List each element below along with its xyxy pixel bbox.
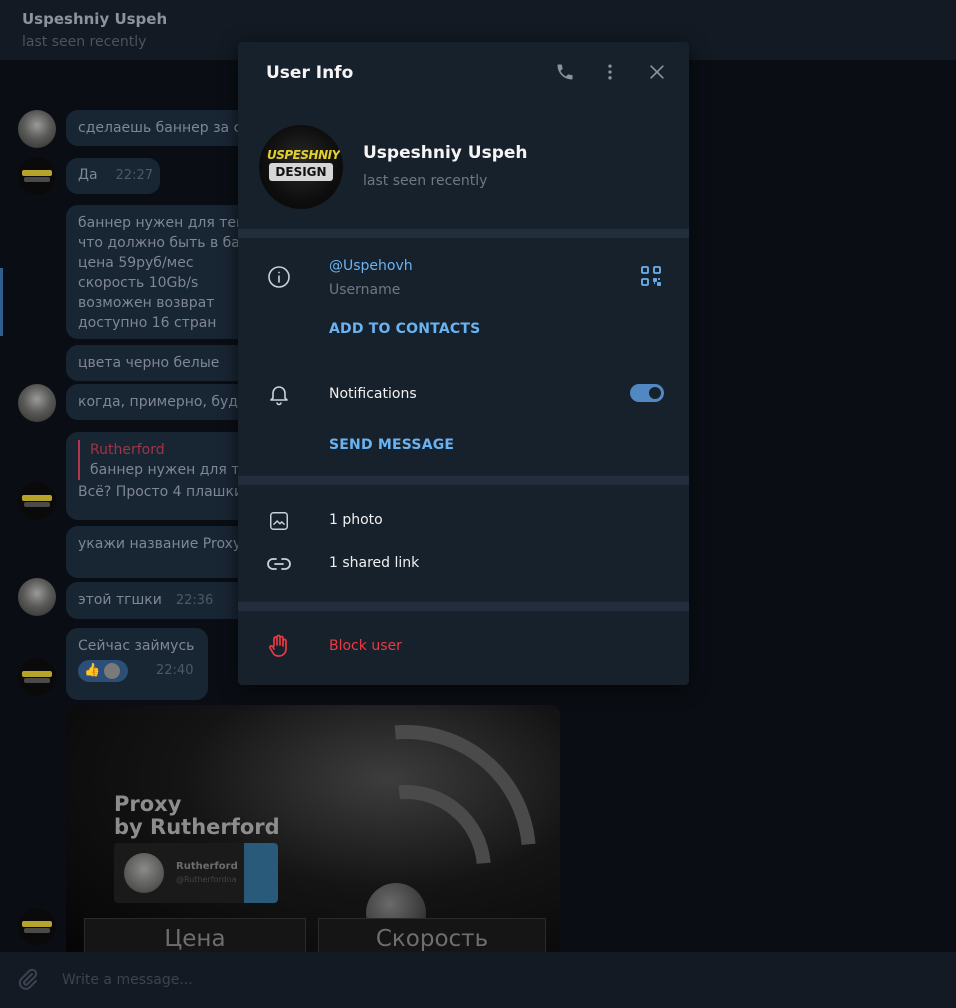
message-avatar[interactable] — [18, 384, 56, 422]
media-label-price: Цена — [84, 918, 306, 952]
message-bubble[interactable]: Да 22:27 — [66, 158, 160, 194]
profile-status: last seen recently — [363, 173, 488, 189]
reply-quote[interactable]: Rutherford баннер нужен для т — [78, 440, 244, 480]
message-bubble[interactable]: Rutherford баннер нужен для т Всё? Прост… — [66, 432, 256, 520]
media-title: Proxy by Rutherford — [114, 793, 280, 839]
message-line: цена 59руб/мес — [78, 255, 194, 271]
section-divider — [238, 475, 689, 485]
photos-link[interactable]: 1 photo — [329, 512, 383, 528]
quote-author: Rutherford — [90, 442, 165, 458]
message-time: 22:40 — [156, 663, 194, 678]
avatar[interactable] — [18, 384, 56, 422]
message-text: этой тгшки — [78, 592, 162, 608]
message-text: сделаешь баннер за с — [78, 120, 242, 136]
selection-indicator — [0, 268, 3, 336]
message-text: Сейчас займусь — [78, 638, 195, 654]
message-line: доступно 16 стран — [78, 315, 217, 331]
section-divider — [238, 601, 689, 611]
reactor-avatar — [104, 663, 121, 679]
close-icon[interactable] — [645, 60, 669, 84]
message-avatar[interactable] — [18, 110, 56, 148]
send-message-button[interactable]: SEND MESSAGE — [329, 437, 454, 453]
message-text: укажи название Proxy — [78, 536, 242, 552]
media-card: Rutherford @Rutherfordna — [114, 843, 278, 903]
message-avatar[interactable] — [18, 658, 56, 696]
shared-links-link[interactable]: 1 shared link — [329, 555, 419, 571]
media-image[interactable]: Proxy by Rutherford Rutherford @Rutherfo… — [66, 705, 560, 952]
avatar[interactable] — [18, 157, 56, 195]
message-composer[interactable]: Write a message... — [0, 952, 956, 1008]
avatar[interactable] — [18, 578, 56, 616]
message-text: Всё? Просто 4 плашки — [78, 484, 244, 500]
message-bubble[interactable]: этой тгшки 22:36 — [66, 582, 256, 619]
avatar-logo-line: DESIGN — [269, 163, 333, 181]
dialog-header: User Info — [238, 42, 689, 104]
bell-icon — [265, 380, 293, 408]
avatar[interactable] — [18, 110, 56, 148]
telegram-icon — [244, 843, 278, 903]
reactions: 👍 22:40 — [78, 660, 196, 682]
message-time: 22:36 — [175, 593, 214, 608]
message-time: 22:27 — [115, 168, 153, 183]
profile-avatar[interactable]: USPESHNIY DESIGN — [259, 125, 343, 209]
link-icon — [265, 550, 293, 578]
info-icon — [265, 263, 293, 291]
username-value[interactable]: @Uspehovh — [329, 258, 413, 274]
notifications-toggle[interactable] — [630, 384, 664, 402]
message-bubble[interactable]: Сейчас займусь 👍 22:40 — [66, 628, 208, 700]
message-text: цвета черно белые — [78, 355, 220, 371]
message-avatar[interactable] — [18, 908, 56, 946]
message-bubble[interactable]: укажи название Proxy — [66, 526, 256, 578]
message-avatar[interactable] — [18, 157, 56, 195]
username-label: Username — [329, 282, 401, 298]
phone-icon[interactable] — [553, 60, 577, 84]
media-title-line: by Rutherford — [114, 815, 280, 839]
avatar-logo-line: USPESHNIY — [267, 148, 340, 162]
block-user-button[interactable]: Block user — [329, 638, 402, 654]
quote-text: баннер нужен для т — [90, 462, 240, 478]
message-avatar[interactable] — [18, 482, 56, 520]
message-line: баннер нужен для тем — [78, 215, 247, 231]
section-divider — [238, 228, 689, 238]
attach-icon[interactable] — [16, 967, 42, 993]
message-text: когда, примерно, буде — [78, 394, 247, 410]
message-text: Да — [78, 167, 98, 183]
notifications-label: Notifications — [329, 386, 417, 402]
block-hand-icon — [265, 632, 293, 660]
avatar[interactable] — [18, 908, 56, 946]
more-vertical-icon[interactable] — [598, 60, 622, 84]
add-to-contacts-button[interactable]: ADD TO CONTACTS — [329, 321, 480, 337]
card-name: Rutherford — [176, 861, 238, 872]
profile-name: Uspeshniy Uspeh — [363, 143, 528, 163]
message-avatar[interactable] — [18, 578, 56, 616]
qr-code-icon[interactable] — [640, 265, 662, 287]
avatar[interactable] — [18, 658, 56, 696]
message-line: возможен возврат — [78, 295, 215, 311]
thumbs-up-icon: 👍 — [84, 663, 101, 678]
chat-title[interactable]: Uspeshniy Uspeh — [22, 10, 934, 28]
message-bubble[interactable]: баннер нужен для тем что должно быть в б… — [66, 205, 256, 339]
message-line: что должно быть в ба — [78, 235, 240, 251]
media-title-line: Proxy — [114, 792, 182, 816]
message-bubble[interactable]: сделаешь баннер за с — [66, 110, 256, 146]
message-line: скорость 10Gb/s — [78, 275, 199, 291]
dialog-title: User Info — [266, 63, 354, 83]
card-handle: @Rutherfordna — [176, 875, 237, 884]
avatar[interactable] — [18, 482, 56, 520]
photo-icon — [265, 507, 293, 535]
card-avatar — [124, 853, 164, 893]
media-label-speed: Скорость — [318, 918, 546, 952]
reaction-pill[interactable]: 👍 — [78, 660, 128, 682]
toggle-knob — [647, 385, 663, 401]
user-info-dialog[interactable]: User Info USPESHNIY DESIGN Uspeshniy Usp… — [238, 42, 689, 685]
message-bubble[interactable]: цвета черно белые — [66, 345, 256, 381]
message-input[interactable]: Write a message... — [62, 972, 193, 988]
message-bubble[interactable]: когда, примерно, буде — [66, 384, 256, 420]
